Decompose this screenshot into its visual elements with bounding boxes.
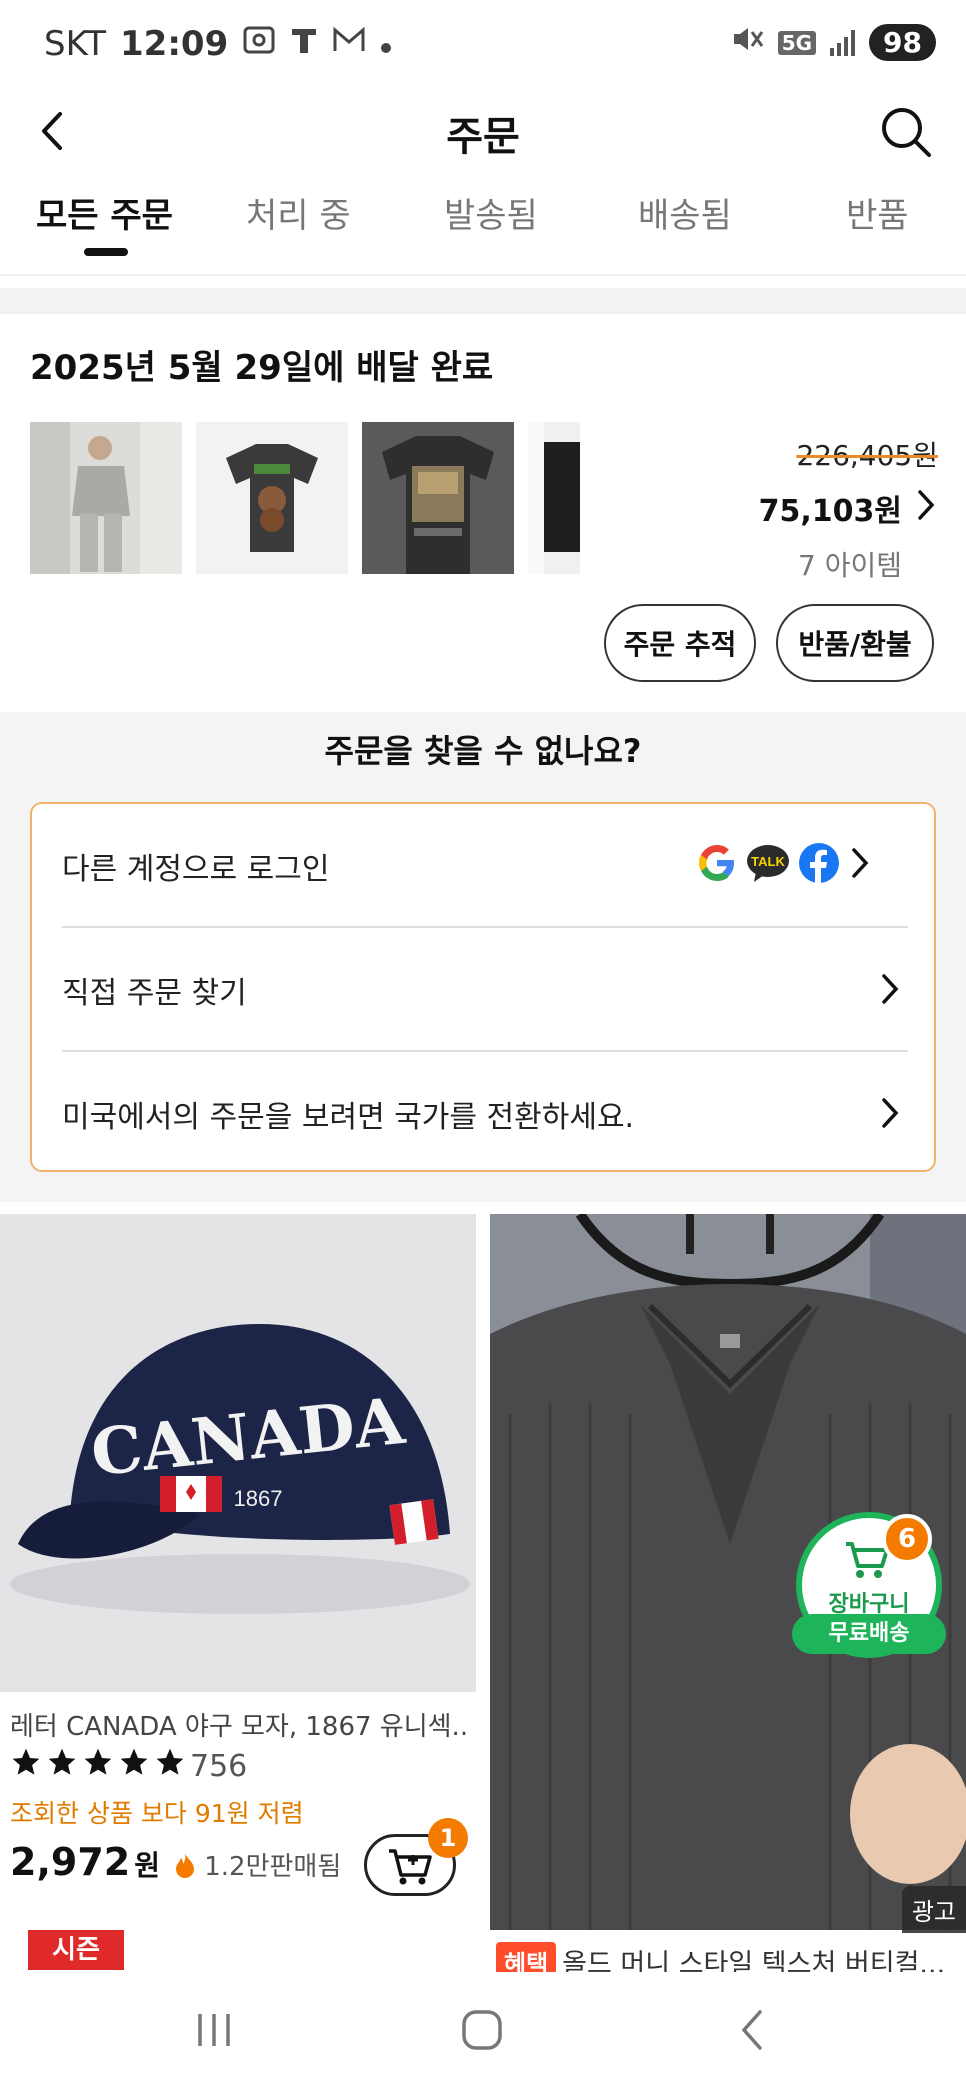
signal-strength-icon (830, 29, 856, 56)
page-title: 주문 (446, 114, 520, 160)
home-icon (462, 2010, 502, 2050)
kakaotalk-icon: TALK (747, 845, 789, 882)
star-icon (82, 1746, 114, 1786)
floating-cart-badge: 6 (882, 1514, 932, 1564)
find-order-manually-label: 직접 주문 찾기 (62, 976, 247, 1011)
system-navigation-bar (0, 1972, 966, 2093)
tab-returns[interactable]: 반품 (846, 188, 909, 237)
order-item-thumbnail[interactable] (196, 422, 348, 574)
price-value: 2,972 (10, 1840, 131, 1884)
back-arrow-icon (741, 2010, 762, 2050)
network-5g-label: 5G (777, 30, 817, 55)
social-login-icons: TALK (696, 842, 872, 884)
find-order-options: 다른 계정으로 로그인 TALK 직접 주문 찾기 미국에서의 주문을 보려면 … (30, 802, 936, 1172)
screenshot-notification-icon (242, 25, 276, 63)
product-image-cap[interactable]: CANADA 1867 (0, 1214, 476, 1692)
section-divider (0, 288, 966, 314)
switch-country-row[interactable]: 미국에서의 주문을 보려면 국가를 전환하세요. (62, 1052, 908, 1176)
facebook-icon (799, 843, 839, 883)
recent-apps-icon (198, 2014, 230, 2046)
tab-shipped[interactable]: 발송됨 (444, 188, 538, 237)
status-bar: SKT 12:09 5G 98 (0, 0, 966, 92)
star-icon (118, 1746, 150, 1786)
login-other-account-label: 다른 계정으로 로그인 (62, 852, 330, 887)
order-price-summary[interactable]: 226,405원 75,103원 7 아이템 (698, 434, 938, 584)
sold-count-text: 1.2만판매됨 (204, 1852, 342, 1882)
order-item-thumbnail[interactable] (30, 422, 182, 574)
recent-apps-button[interactable] (184, 2000, 244, 2060)
home-button[interactable] (452, 2000, 512, 2060)
product-name[interactable]: 레터 CANADA 야구 모자, 1867 유니섹... (10, 1706, 470, 1743)
tab-delivered[interactable]: 배송됨 (638, 188, 732, 237)
chevron-right-icon (914, 488, 938, 530)
order-tabs: 모든 주문 처리 중 발송됨 배송됨 반품 (0, 188, 966, 276)
fire-icon (175, 1853, 194, 1878)
tab-processing[interactable]: 처리 중 (246, 188, 351, 237)
sold-count: 1.2만판매됨 (174, 1846, 341, 1883)
system-back-button[interactable] (724, 2000, 784, 2060)
cap-year-text: 1867 (234, 1486, 283, 1511)
mute-icon (730, 24, 764, 61)
clock: 12:09 (120, 24, 229, 64)
login-other-account-row[interactable]: 다른 계정으로 로그인 TALK (62, 804, 908, 928)
t-app-notification-icon (290, 25, 318, 63)
delivery-status: 2025년 5월 29일에 배달 완료 (30, 348, 494, 388)
find-order-title: 주문을 찾을 수 없나요? (324, 732, 642, 770)
star-icon (46, 1746, 78, 1786)
original-price: 226,405원 (796, 439, 938, 472)
cart-count-badge: 1 (428, 1818, 468, 1858)
rating-count: 756 (190, 1748, 248, 1784)
product-price: 2,972 원 1.2만판매됨 (10, 1840, 341, 1884)
search-icon (882, 108, 931, 157)
order-card[interactable]: 2025년 5월 29일에 배달 완료 226,405원 75,103원 7 아… (0, 314, 966, 712)
ad-label: 광고 (901, 1886, 966, 1933)
mail-notification-icon (332, 25, 366, 63)
chevron-right-icon (878, 1096, 902, 1138)
return-refund-button[interactable]: 반품/환불 (776, 604, 934, 682)
tab-all-orders[interactable]: 모든 주문 (36, 188, 173, 237)
price-currency: 원 (134, 1849, 160, 1882)
chevron-right-icon (852, 848, 869, 878)
app-header: 주문 (0, 92, 966, 172)
item-count: 7 아이템 (798, 549, 902, 582)
battery-level: 98 (869, 24, 936, 61)
product-rating: 756 (10, 1746, 247, 1786)
free-shipping-badge: 무료배송 (792, 1614, 946, 1654)
active-tab-indicator (84, 248, 128, 256)
search-button[interactable] (876, 102, 936, 162)
track-order-button[interactable]: 주문 추적 (604, 604, 756, 682)
chevron-right-icon (878, 972, 902, 1014)
google-icon (699, 845, 734, 881)
find-order-manually-row[interactable]: 직접 주문 찾기 (62, 928, 908, 1052)
star-icon (10, 1746, 42, 1786)
kakao-talk-text: TALK (751, 854, 785, 869)
order-item-thumbnail[interactable] (362, 422, 514, 574)
price-promo-text: 조회한 상품 보다 91원 저렴 (10, 1799, 304, 1828)
switch-country-label: 미국에서의 주문을 보려면 국가를 전환하세요. (62, 1100, 635, 1135)
find-order-section: 주문을 찾을 수 없나요? 다른 계정으로 로그인 TALK 직접 주문 찾기 … (0, 712, 966, 1202)
season-tag: 시즌 (28, 1930, 124, 1970)
order-total-price: 75,103원 (758, 494, 902, 529)
carrier-label: SKT (44, 24, 107, 64)
star-icon (154, 1746, 186, 1786)
more-notifications-dot-icon (380, 27, 392, 62)
order-item-thumbnail[interactable] (528, 422, 580, 574)
